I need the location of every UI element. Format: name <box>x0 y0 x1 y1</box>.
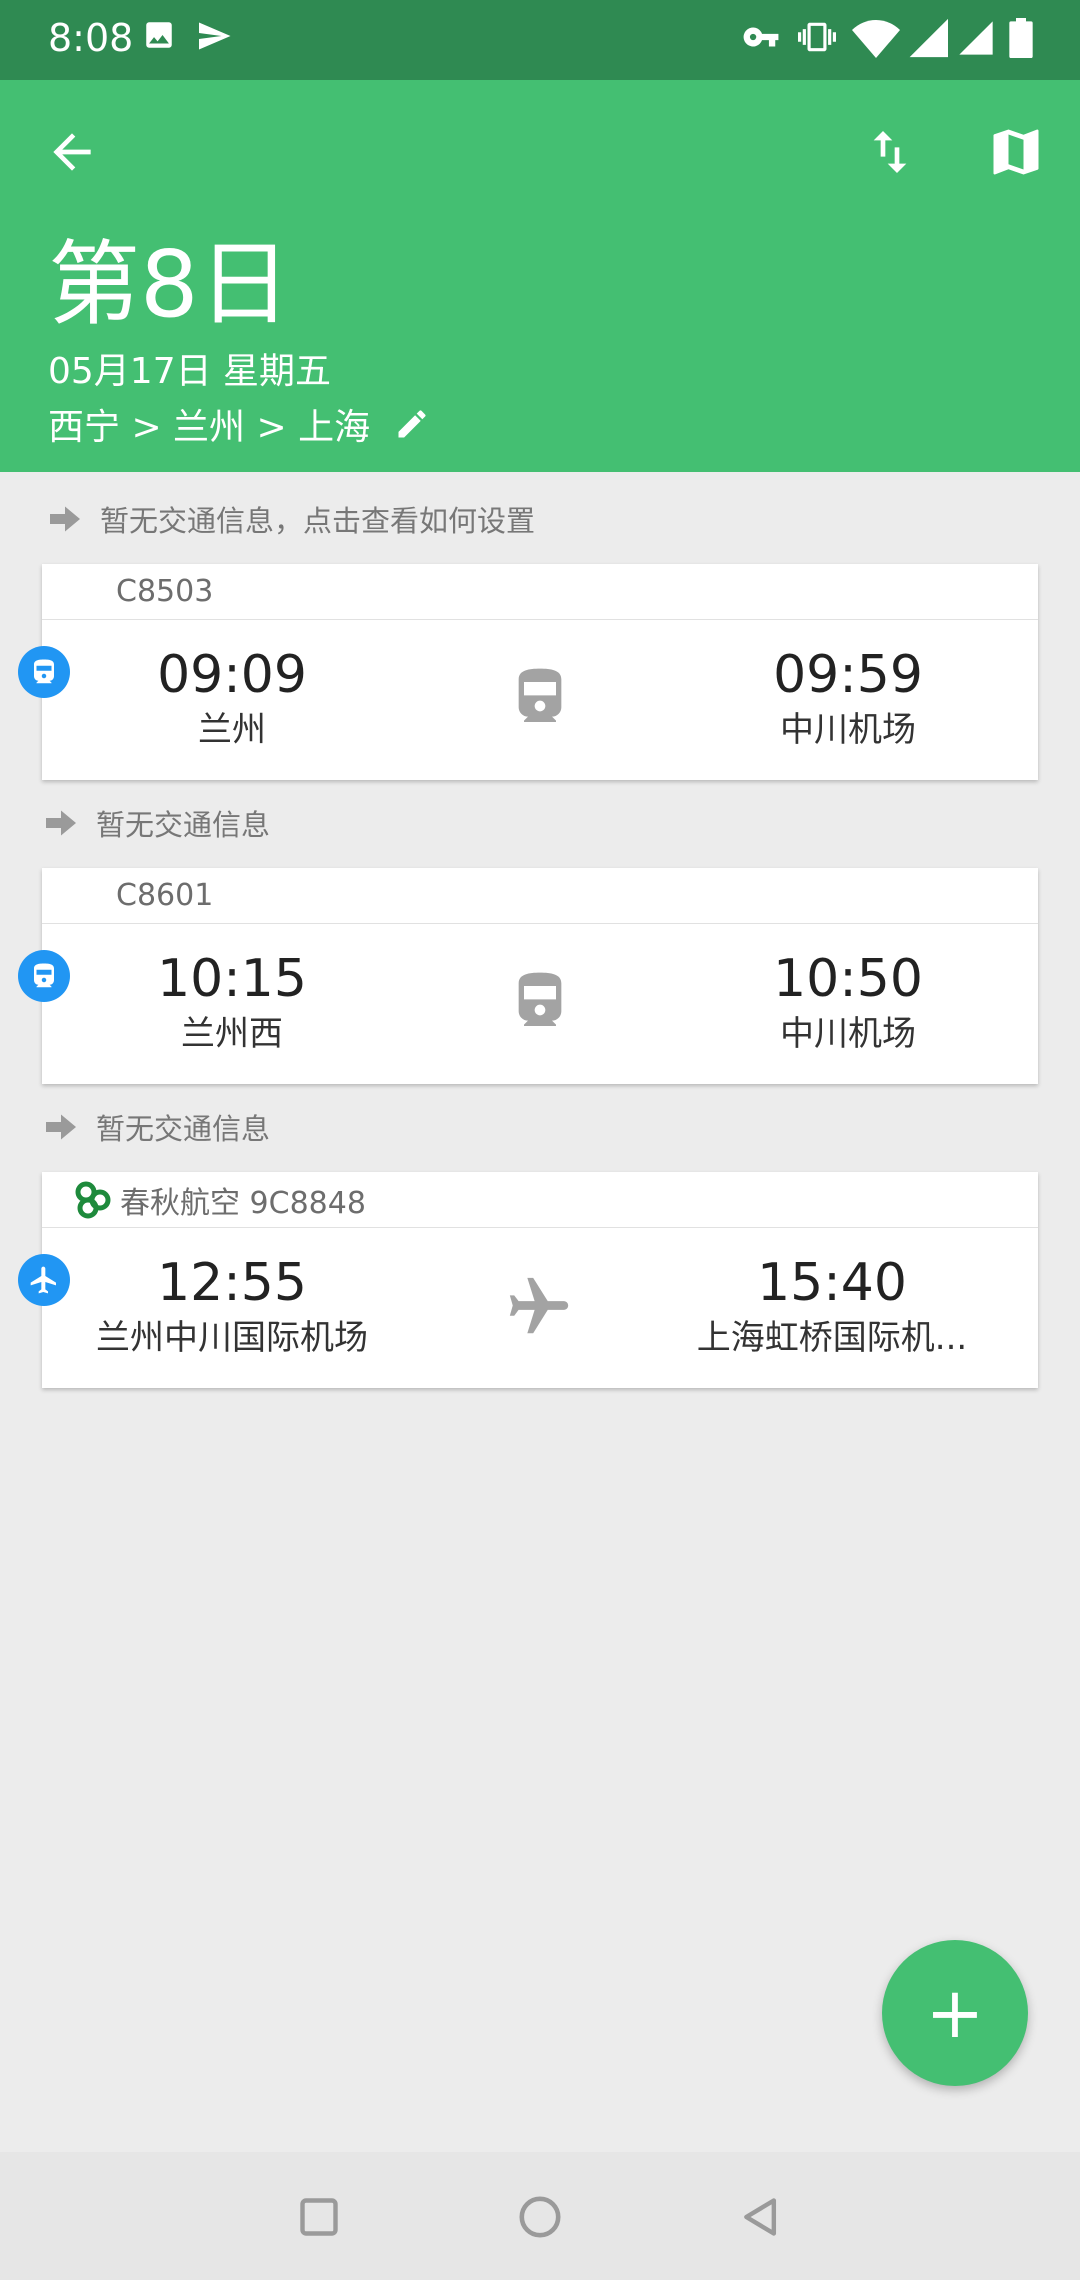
plus-icon: + <box>925 1972 985 2054</box>
arrival-station: 上海虹桥国际机... <box>696 1318 968 1358</box>
train-badge <box>18 646 70 698</box>
segment-code: C8601 <box>42 868 1038 924</box>
arrow-right-icon <box>46 1114 76 1140</box>
edit-icon <box>398 410 426 438</box>
circle-icon <box>519 2196 561 2238</box>
add-segment-button[interactable]: + <box>882 1940 1028 2086</box>
segment-code: C8503 <box>42 564 1038 620</box>
train-icon <box>34 659 54 684</box>
spring-airlines-logo <box>72 1180 116 1220</box>
segment-header: 春秋航空 9C8848 <box>42 1172 1038 1228</box>
square-icon <box>300 2198 338 2236</box>
arrival-time: 09:59 <box>773 645 923 705</box>
battery-icon <box>1009 18 1033 58</box>
day-title: 第8日 <box>48 231 291 338</box>
route-label: 西宁 > 兰州 > 上海 <box>48 407 371 448</box>
hint-text: 暂无交通信息，点击查看如何设置 <box>100 504 536 538</box>
system-nav-bar <box>0 2152 1080 2280</box>
arrow-back-icon <box>53 133 91 171</box>
segment-code: 春秋航空 9C8848 <box>120 1185 366 1221</box>
arrival-station: 中川机场 <box>780 1014 916 1054</box>
departure-time: 09:09 <box>157 645 307 705</box>
map-button[interactable] <box>968 104 1064 200</box>
arrow-right-icon <box>50 506 80 532</box>
hint-text: 暂无交通信息 <box>96 1112 271 1146</box>
arrival: 09:59 中川机场 <box>658 644 1038 754</box>
transport-hint[interactable]: 暂无交通信息 <box>46 1102 270 1152</box>
segment-card[interactable]: C8601 10:15 兰州西 10:50 中川机场 <box>42 868 1038 1084</box>
segment-card[interactable]: C8503 09:09 兰州 09:59 中川机场 <box>42 564 1038 780</box>
airplane-icon <box>509 1277 569 1334</box>
status-time: 8:08 <box>48 16 134 60</box>
swap-vertical-icon <box>873 131 907 173</box>
image-icon <box>146 22 172 48</box>
day-header: 第8日 05月17日 星期五 西宁 > 兰州 > 上海 <box>0 80 1080 472</box>
route-row[interactable]: 西宁 > 兰州 > 上海 <box>48 398 430 450</box>
departure-station: 兰州中川国际机场 <box>96 1318 368 1358</box>
recents-button[interactable] <box>284 2182 354 2252</box>
arrival-time: 15:40 <box>757 1253 907 1313</box>
departure-station: 兰州 <box>198 710 266 750</box>
train-icon <box>518 972 562 1026</box>
train-icon <box>34 963 54 988</box>
transport-hint[interactable]: 暂无交通信息 <box>46 798 270 848</box>
swap-order-button[interactable] <box>842 104 938 200</box>
arrow-right-icon <box>46 810 76 836</box>
vpn-key-icon <box>743 27 779 47</box>
signal-4g-icon <box>909 18 948 58</box>
departure: 12:55 兰州中川国际机场 <box>54 1252 410 1362</box>
wifi-icon <box>852 20 900 58</box>
airplane-icon <box>30 1266 56 1294</box>
back-nav-button[interactable] <box>726 2182 796 2252</box>
arrival: 10:50 中川机场 <box>658 948 1038 1058</box>
transport-hint[interactable]: 暂无交通信息，点击查看如何设置 <box>50 494 535 544</box>
departure-time: 12:55 <box>157 1253 307 1313</box>
train-badge <box>18 950 70 1002</box>
departure-station: 兰州西 <box>181 1014 283 1054</box>
departure: 10:15 兰州西 <box>42 948 422 1058</box>
arrival: 15:40 上海虹桥国际机... <box>642 1252 1022 1362</box>
departure-time: 10:15 <box>157 949 307 1009</box>
arrival-station: 中川机场 <box>780 710 916 750</box>
status-bar: 8:08 <box>0 0 1080 80</box>
arrival-time: 10:50 <box>773 949 923 1009</box>
send-icon <box>199 22 231 50</box>
map-icon <box>993 129 1039 175</box>
edit-route-button[interactable] <box>394 406 430 442</box>
flight-badge <box>18 1254 70 1306</box>
signal-icon <box>959 21 993 55</box>
home-button[interactable] <box>505 2182 575 2252</box>
train-icon <box>518 668 562 722</box>
back-button[interactable] <box>24 104 120 200</box>
date-label: 05月17日 星期五 <box>48 351 332 392</box>
triangle-back-icon <box>744 2198 777 2236</box>
segment-card[interactable]: 春秋航空 9C8848 12:55 兰州中川国际机场 15:40 上海虹桥国际机… <box>42 1172 1038 1388</box>
hint-text: 暂无交通信息 <box>96 808 271 842</box>
vibrate-icon <box>798 22 836 52</box>
departure: 09:09 兰州 <box>42 644 422 754</box>
